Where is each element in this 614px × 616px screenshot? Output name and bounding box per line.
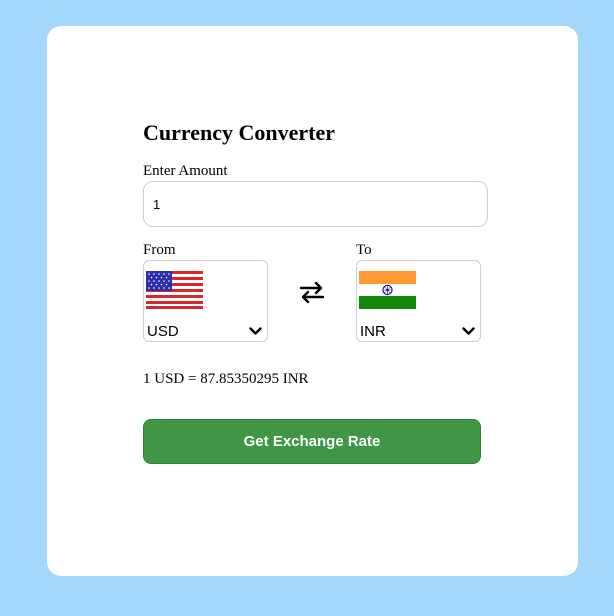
from-currency-select[interactable]: USD [143,260,268,342]
india-flag-icon [359,271,416,309]
converter-card: Currency Converter Enter Amount From To … [47,26,578,576]
chevron-down-icon [462,327,475,335]
to-currency-code: INR [360,323,386,340]
from-label: From [143,242,176,258]
amount-label: Enter Amount [143,163,228,179]
from-currency-code: USD [147,323,179,340]
page-title: Currency Converter [143,120,336,145]
get-exchange-rate-button[interactable]: Get Exchange Rate [143,419,481,464]
exchange-rate-result: 1 USD = 87.85350295 INR [143,371,309,387]
to-currency-select[interactable]: INR [356,260,481,342]
swap-arrows-icon[interactable] [299,279,325,305]
us-flag-icon [146,271,203,309]
to-label: To [356,242,372,258]
chevron-down-icon [249,327,262,335]
amount-input[interactable] [143,181,488,227]
